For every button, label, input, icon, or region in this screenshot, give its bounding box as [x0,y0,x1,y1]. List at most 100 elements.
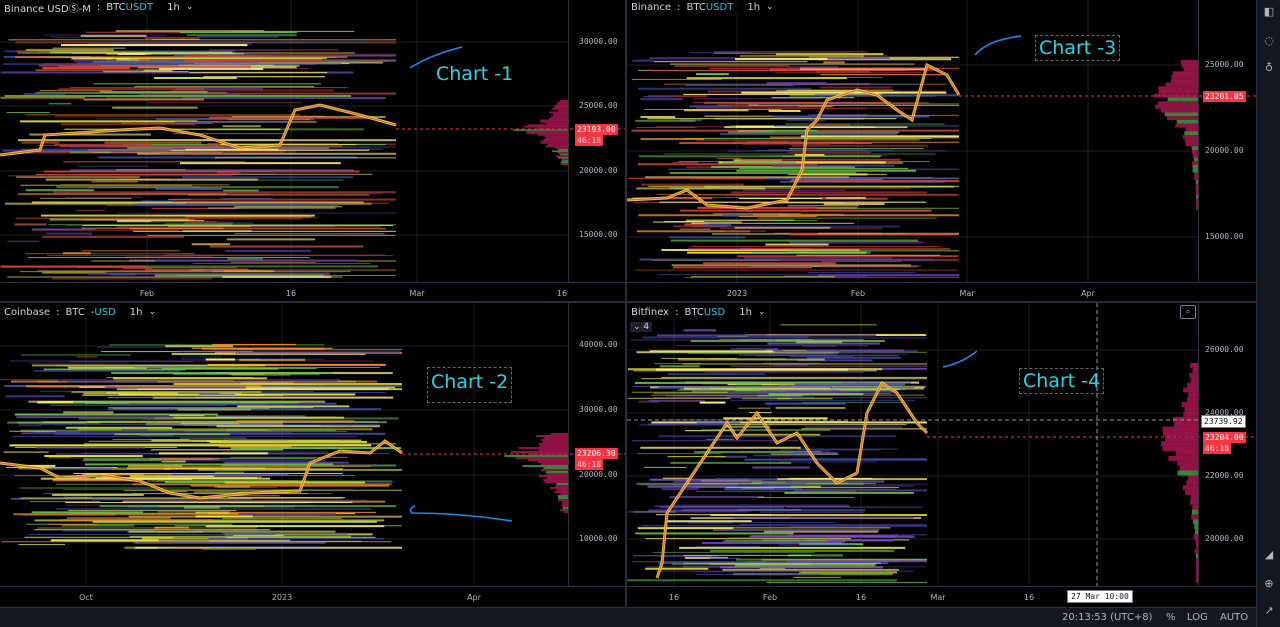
liquidity-band [645,176,850,178]
arrow-icon[interactable]: ↗ [1262,604,1276,618]
exchange-label: Coinbase [4,306,51,318]
liquidity-band [661,488,699,491]
volume-profile-bar [537,127,568,130]
symbol-header[interactable]: Bitfinex: BTC USD 1h ⌄ [627,305,770,319]
liquidity-band [34,151,285,153]
annotation-label[interactable]: Chart -2 [427,367,513,403]
auto-toggle[interactable]: AUTO [1220,612,1248,623]
liquidity-band [738,215,817,217]
liquidity-band [34,529,270,531]
chat-icon[interactable]: ◌ [1262,34,1276,48]
time-scale[interactable]: 16 Feb 16 Mar 16 27 Mar 10:00 [627,586,1256,607]
liquidity-band [785,506,922,508]
liquidity-band [696,422,740,424]
liquidity-band [686,84,925,86]
liquidity-band [652,551,815,553]
liquidity-band [686,77,847,80]
time-scale[interactable]: Feb 16 Mar 16 [0,282,625,301]
heatmap-canvas-2[interactable] [0,303,625,607]
volume-profile-bar [537,461,568,463]
liquidity-band [39,424,380,426]
volume-profile-bar [1176,451,1198,456]
percent-toggle[interactable]: % [1166,612,1176,623]
liquidity-band [132,483,392,486]
liquidity-band [658,435,896,438]
liquidity-band [165,345,233,348]
liquidity-band [81,217,303,220]
liquidity-band [740,158,901,161]
chart-pane-4[interactable]: Bitfinex: BTC USD 1h ⌄ ⌄ 4 ⌕ 26000.00 2400… [627,303,1256,607]
clock-label[interactable]: 20:13:53 (UTC+8) [1062,612,1152,623]
liquidity-band [630,339,776,341]
volume-profile-bar [544,481,568,483]
screenshot-icon[interactable]: ⌕ [1180,305,1196,319]
price-scale[interactable]: 40000.00 30000.00 20000.00 10000.00 2320… [568,303,625,586]
chart-pane-1[interactable]: Binance USDⓈ-M: BTC USDT 1h ⌄ 30000.00 250… [0,0,625,301]
sidebar-toggle-icon[interactable]: ◧ [1262,5,1276,19]
annotation-label[interactable]: Chart -3 [1035,35,1121,61]
annotation-label[interactable]: Chart -1 [436,63,513,85]
interval-label[interactable]: 1h [167,2,180,13]
liquidity-band [683,329,716,332]
pane-divider-horizontal[interactable] [0,301,1256,303]
time-scale[interactable]: Oct 2023 Apr [0,586,625,607]
price-scale[interactable]: 26000.00 24000.00 22000.00 20000.00 2373… [1198,303,1256,586]
symbol-header[interactable]: Coinbase: BTC - USD 1h ⌄ [0,305,161,319]
liquidity-band [205,358,236,361]
chart-pane-3[interactable]: Binance: BTC USDT 1h ⌄ 25000.00 20000.00 1… [627,0,1256,301]
liquidity-band [635,532,794,535]
indicators-collapse-button[interactable]: ⌄ 4 [630,322,653,332]
time-scale[interactable]: 2023 Feb Mar Apr [627,282,1256,301]
liquidity-band [7,240,40,242]
liquidity-band [704,115,783,117]
liquidity-band [24,114,300,116]
annotation-label[interactable]: Chart -4 [1019,368,1105,394]
chevron-down-icon[interactable]: ⌄ [149,307,157,317]
liquidity-band [674,64,789,67]
chevron-down-icon[interactable]: ⌄ [766,2,774,12]
liquidity-band [14,413,219,416]
lightbulb-icon[interactable]: ♁ [1262,61,1276,75]
liquidity-band [724,488,802,491]
symbol-header[interactable]: Binance: BTC USDT 1h ⌄ [627,0,778,14]
interval-label[interactable]: 1h [130,307,143,318]
liquidity-band [774,125,959,127]
liquidity-band [637,87,812,90]
liquidity-band [762,482,807,485]
liquidity-band [8,175,233,177]
symbol-header[interactable]: Binance USDⓈ-M: BTC USDT 1h ⌄ [0,0,198,15]
liquidity-band [641,378,927,380]
chart-pane-2[interactable]: Coinbase: BTC - USD 1h ⌄ 40000.00 30000.00 … [0,303,625,607]
volume-profile-bar [544,437,568,439]
liquidity-band [739,524,927,526]
heatmap-canvas-4[interactable] [627,303,1256,607]
price-scale[interactable]: 30000.00 25000.00 20000.00 15000.00 2319… [568,0,625,282]
log-toggle[interactable]: LOG [1187,612,1208,623]
price-scale[interactable]: 25000.00 20000.00 15000.00 23201.05 [1198,0,1256,282]
liquidity-band [638,400,660,403]
liquidity-band [787,151,872,153]
chart-ruler-icon[interactable]: ◢ [1262,548,1276,562]
liquidity-band [785,123,945,125]
volume-profile-bar [545,145,568,148]
interval-label[interactable]: 1h [747,2,760,13]
liquidity-band [638,155,881,158]
liquidity-band [696,107,919,109]
heatmap-canvas-3[interactable] [627,0,1256,301]
liquidity-band [129,228,387,230]
liquidity-band [765,243,829,246]
liquidity-band [801,345,837,347]
volume-profile-bar [1162,426,1198,432]
heatmap-canvas-1[interactable] [0,0,625,301]
liquidity-band [20,497,344,499]
chevron-down-icon[interactable]: ⌄ [758,307,766,317]
liquidity-band [692,98,823,100]
globe-icon[interactable]: ⊕ [1262,577,1276,591]
liquidity-band [66,196,143,198]
exchange-label: Binance [631,1,672,13]
liquidity-band [6,111,51,113]
chevron-down-icon[interactable]: ⌄ [186,2,194,12]
liquidity-band [724,230,767,232]
interval-label[interactable]: 1h [739,307,752,318]
pane-divider-vertical[interactable] [625,0,627,607]
